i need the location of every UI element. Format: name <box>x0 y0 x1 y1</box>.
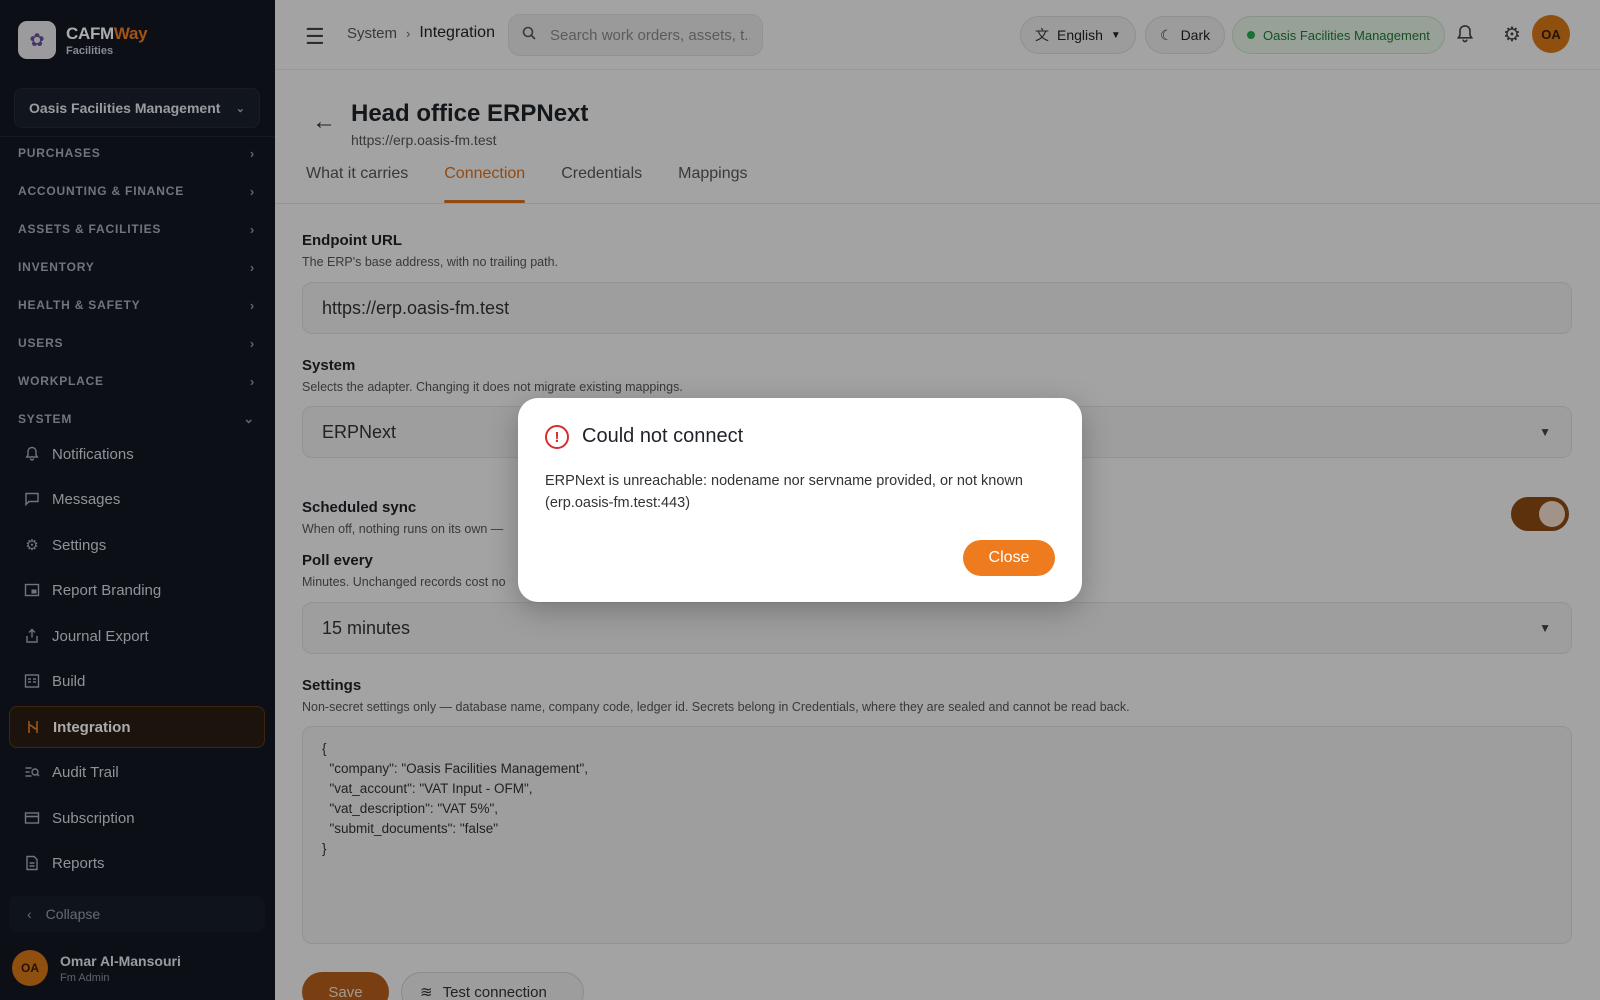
close-button[interactable]: Close <box>963 540 1055 576</box>
dialog-message: ERPNext is unreachable: nodename nor ser… <box>545 473 1023 511</box>
dialog-title: Could not connect <box>582 425 744 447</box>
error-icon: ! <box>545 425 569 449</box>
error-dialog: ! Could not connect ERPNext is unreachab… <box>518 398 1082 602</box>
